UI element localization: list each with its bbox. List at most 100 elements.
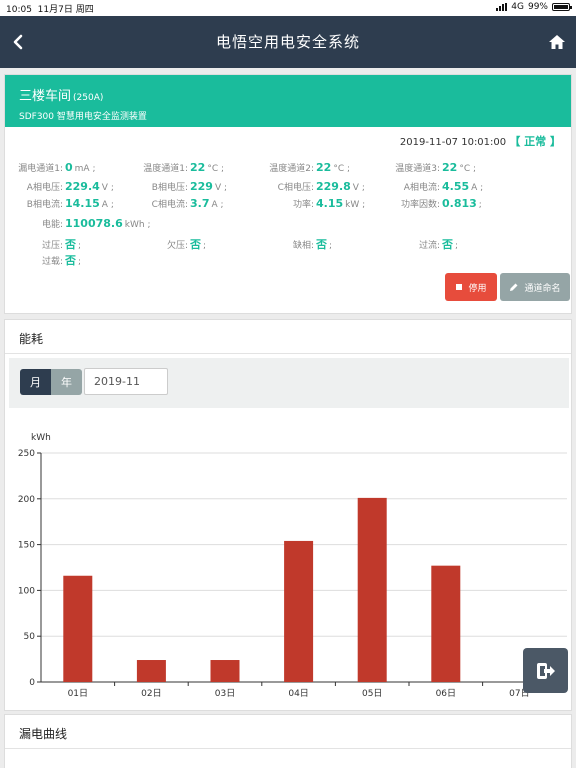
param-value: 否	[65, 254, 76, 267]
x-tick-label: 01日	[68, 688, 88, 699]
y-axis-label: kWh	[31, 433, 51, 443]
param-unit: V ;	[101, 183, 114, 193]
y-tick-label: 100	[18, 586, 35, 596]
param-item: 欠压: 否;	[140, 236, 206, 252]
leakage-title: 漏电曲线	[5, 715, 571, 749]
param-unit: mA ;	[74, 164, 96, 174]
param-label: A相电流:	[403, 183, 440, 193]
param-value: 否	[442, 238, 453, 251]
param-value: 否	[316, 238, 327, 251]
param-value: 110078.6	[65, 217, 123, 230]
param-item: 温度通道3: 22 °C ;	[392, 161, 476, 174]
param-item: 过流: 否;	[392, 236, 458, 252]
param-unit: ;	[78, 241, 82, 251]
param-value: 22	[316, 161, 332, 174]
param-value: 22	[190, 161, 206, 174]
x-tick-label: 06日	[436, 688, 456, 699]
param-unit: A ;	[211, 200, 224, 210]
param-item: C相电流: 3.7 A ;	[140, 197, 224, 210]
x-tick-label: 04日	[288, 688, 308, 699]
param-unit: kWh ;	[124, 220, 151, 230]
logout-icon	[536, 662, 555, 679]
x-tick-label: 03日	[215, 688, 235, 699]
nav-bar: 电悟空用电安全系统	[0, 16, 576, 68]
pencil-icon	[510, 283, 518, 291]
param-label: 缺相:	[292, 241, 314, 251]
energy-bar-chart: kWh05010015020025001日 02日 03日 04日 05日 06日 07日	[18, 433, 567, 699]
param-item: 温度通道2: 22 °C ;	[266, 161, 350, 174]
y-tick-label: 0	[29, 678, 35, 688]
param-label: 温度通道2:	[269, 164, 314, 174]
param-value: 4.55	[442, 180, 470, 193]
param-value: 229.8	[316, 180, 351, 193]
param-label: 欠压:	[166, 241, 188, 251]
param-value: 14.15	[65, 197, 100, 210]
param-item: 温度通道1: 22 °C ;	[140, 161, 224, 174]
param-unit: ;	[455, 241, 459, 251]
param-label: 功率因数:	[400, 200, 440, 210]
param-label: 温度通道1:	[143, 164, 188, 174]
param-value: 3.7	[190, 197, 210, 210]
param-unit: °C ;	[459, 164, 476, 174]
param-item: 功率: 4.15 kW ;	[266, 197, 365, 210]
param-label: 功率:	[292, 200, 314, 210]
param-value: 否	[190, 238, 201, 251]
param-item: 过压: 否;	[15, 236, 81, 252]
param-value: 22	[442, 161, 458, 174]
stop-button[interactable]: 停用	[445, 273, 497, 301]
param-value: 229.4	[65, 180, 100, 193]
signal-icon	[496, 3, 508, 11]
param-value: 229	[190, 180, 213, 193]
y-tick-label: 150	[18, 541, 35, 551]
bar	[63, 575, 93, 682]
energy-card: 能耗 月 年 kWh05010015020025001日02日03日04日05日…	[4, 319, 572, 711]
rename-channel-button[interactable]: 通道命名	[500, 273, 570, 301]
param-value: 0	[65, 161, 73, 174]
page-title: 电悟空用电安全系统	[215, 33, 360, 51]
param-value: 否	[65, 238, 76, 251]
param-unit: °C ;	[333, 164, 350, 174]
param-unit: V ;	[214, 183, 228, 193]
bar	[431, 565, 461, 682]
device-status-badge: 【 正常 】	[509, 135, 561, 148]
device-name: 三楼车间 (250A)	[19, 89, 104, 104]
param-label: B相电流:	[26, 200, 63, 210]
x-tick-label: 05日	[362, 688, 382, 699]
param-unit: °C ;	[207, 164, 224, 174]
param-unit: kW ;	[345, 200, 366, 210]
bar	[136, 660, 166, 682]
x-tick-label: 02日	[141, 688, 161, 699]
param-item: 缺相: 否;	[266, 236, 332, 252]
param-label: B相电压:	[151, 183, 188, 193]
y-tick-label: 50	[24, 632, 36, 642]
device-model: SDF300 智慧用电安全监测装置	[19, 112, 147, 122]
status-time: 10:05 11月7日 周四	[6, 5, 94, 15]
param-unit: ;	[478, 200, 482, 210]
param-label: C相电压:	[277, 183, 314, 193]
logout-button[interactable]	[523, 648, 568, 693]
param-item: 漏电通道1: 0 mA ;	[15, 161, 95, 174]
param-item: B相电流: 14.15 A ;	[15, 197, 114, 210]
param-label: 漏电通道1:	[18, 164, 63, 174]
param-unit: ;	[203, 241, 207, 251]
param-unit: ;	[329, 241, 333, 251]
status-bar: 10:05 11月7日 周四 4G 99%	[0, 0, 576, 16]
stop-icon	[456, 284, 463, 290]
param-label: 电能:	[41, 220, 63, 230]
home-icon[interactable]	[548, 33, 566, 51]
param-unit: A ;	[471, 183, 484, 193]
param-label: 过压:	[41, 241, 63, 251]
param-unit: ;	[78, 257, 82, 267]
bar	[210, 660, 240, 682]
param-label: 过载:	[41, 257, 63, 267]
param-item: 电能: 110078.6 kWh ;	[15, 217, 151, 230]
param-label: C相电流:	[151, 200, 188, 210]
network-type: 4G	[511, 2, 524, 12]
param-label: A相电压:	[26, 183, 63, 193]
param-value: 0.813	[442, 197, 477, 210]
y-tick-label: 200	[18, 495, 35, 505]
param-value: 4.15	[316, 197, 344, 210]
param-item: A相电流: 4.55 A ;	[392, 180, 483, 193]
param-unit: V ;	[352, 183, 365, 193]
leakage-card: 漏电曲线	[4, 714, 572, 768]
